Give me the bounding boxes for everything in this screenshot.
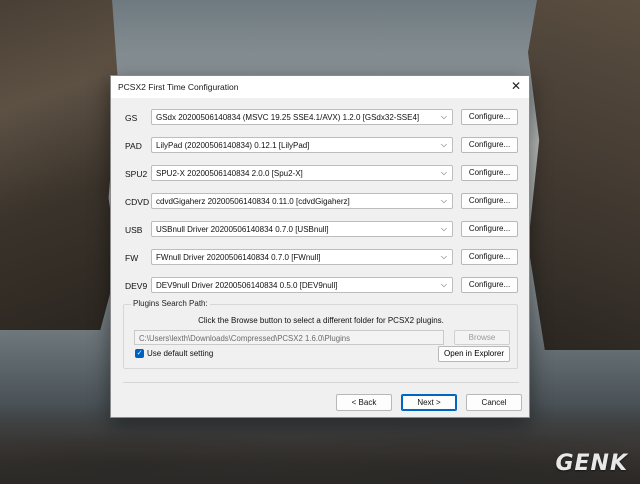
- dev9-plugin-select[interactable]: DEV9null Driver 20200506140834 0.5.0 [DE…: [151, 277, 453, 293]
- plugin-value: cdvdGigaherz 20200506140834 0.11.0 [cdvd…: [156, 197, 350, 206]
- plugin-row-spu2: SPU2 SPU2-X 20200506140834 2.0.0 [Spu2-X…: [111, 165, 531, 183]
- cdvd-plugin-select[interactable]: cdvdGigaherz 20200506140834 0.11.0 [cdvd…: [151, 193, 453, 209]
- gs-configure-button[interactable]: Configure...: [461, 109, 518, 125]
- fw-plugin-select[interactable]: FWnull Driver 20200506140834 0.7.0 [FWnu…: [151, 249, 453, 265]
- plugin-label: USB: [125, 225, 143, 235]
- usb-plugin-select[interactable]: USBnull Driver 20200506140834 0.7.0 [USB…: [151, 221, 453, 237]
- plugin-row-usb: USB USBnull Driver 20200506140834 0.7.0 …: [111, 221, 531, 239]
- chevron-down-icon: ⌵: [440, 168, 447, 177]
- plugin-row-dev9: DEV9 DEV9null Driver 20200506140834 0.5.…: [111, 277, 531, 295]
- background-rock-left: [0, 0, 118, 330]
- chevron-down-icon: ⌵: [440, 280, 447, 289]
- plugin-row-fw: FW FWnull Driver 20200506140834 0.7.0 [F…: [111, 249, 531, 267]
- plugins-path-input[interactable]: C:\Users\lexth\Downloads\Compressed\PCSX…: [134, 330, 444, 345]
- plugin-value: SPU2-X 20200506140834 2.0.0 [Spu2-X]: [156, 169, 303, 178]
- plugin-label: SPU2: [125, 169, 148, 179]
- chevron-down-icon: ⌵: [440, 140, 447, 149]
- plugin-row-cdvd: CDVD cdvdGigaherz 20200506140834 0.11.0 …: [111, 193, 531, 211]
- title-bar[interactable]: PCSX2 First Time Configuration ✕: [111, 76, 529, 98]
- plugin-label: CDVD: [125, 197, 150, 207]
- background-rock-right: [528, 0, 640, 350]
- open-in-explorer-button[interactable]: Open in Explorer: [438, 346, 510, 362]
- chevron-down-icon: ⌵: [440, 112, 447, 121]
- plugin-value: LilyPad (20200506140834) 0.12.1 [LilyPad…: [156, 141, 310, 150]
- next-button[interactable]: Next >: [401, 394, 457, 411]
- plugin-label: PAD: [125, 141, 142, 151]
- pad-plugin-select[interactable]: LilyPad (20200506140834) 0.12.1 [LilyPad…: [151, 137, 453, 153]
- plugin-value: DEV9null Driver 20200506140834 0.5.0 [DE…: [156, 281, 338, 290]
- search-path-group-title: Plugins Search Path:: [131, 299, 210, 308]
- genk-logo: GENK: [555, 451, 628, 476]
- browse-button[interactable]: Browse: [454, 330, 510, 345]
- close-icon[interactable]: ✕: [511, 79, 521, 93]
- dev9-configure-button[interactable]: Configure...: [461, 277, 518, 293]
- use-default-checkbox[interactable]: ✓: [135, 349, 144, 358]
- chevron-down-icon: ⌵: [440, 224, 447, 233]
- spu2-plugin-select[interactable]: SPU2-X 20200506140834 2.0.0 [Spu2-X] ⌵: [151, 165, 453, 181]
- plugin-row-pad: PAD LilyPad (20200506140834) 0.12.1 [Lil…: [111, 137, 531, 155]
- back-button[interactable]: < Back: [336, 394, 392, 411]
- spu2-configure-button[interactable]: Configure...: [461, 165, 518, 181]
- watermark-text: GENK: [555, 451, 628, 476]
- plugin-label: DEV9: [125, 281, 148, 291]
- plugin-value: FWnull Driver 20200506140834 0.7.0 [FWnu…: [156, 253, 321, 262]
- plugin-value: GSdx 20200506140834 (MSVC 19.25 SSE4.1/A…: [156, 113, 420, 122]
- footer-divider: [123, 382, 519, 383]
- cdvd-configure-button[interactable]: Configure...: [461, 193, 518, 209]
- use-default-label[interactable]: Use default setting: [147, 349, 213, 358]
- plugin-value: USBnull Driver 20200506140834 0.7.0 [USB…: [156, 225, 329, 234]
- usb-configure-button[interactable]: Configure...: [461, 221, 518, 237]
- dialog-title: PCSX2 First Time Configuration: [118, 82, 239, 92]
- chevron-down-icon: ⌵: [440, 252, 447, 261]
- config-dialog: PCSX2 First Time Configuration ✕ GS GSdx…: [110, 75, 530, 418]
- search-path-hint: Click the Browse button to select a diff…: [198, 316, 444, 325]
- cancel-button[interactable]: Cancel: [466, 394, 522, 411]
- plugin-label: FW: [125, 253, 139, 263]
- plugin-label: GS: [125, 113, 138, 123]
- plugins-path-value: C:\Users\lexth\Downloads\Compressed\PCSX…: [139, 334, 351, 343]
- fw-configure-button[interactable]: Configure...: [461, 249, 518, 265]
- gs-plugin-select[interactable]: GSdx 20200506140834 (MSVC 19.25 SSE4.1/A…: [151, 109, 453, 125]
- chevron-down-icon: ⌵: [440, 196, 447, 205]
- pad-configure-button[interactable]: Configure...: [461, 137, 518, 153]
- plugin-row-gs: GS GSdx 20200506140834 (MSVC 19.25 SSE4.…: [111, 109, 531, 127]
